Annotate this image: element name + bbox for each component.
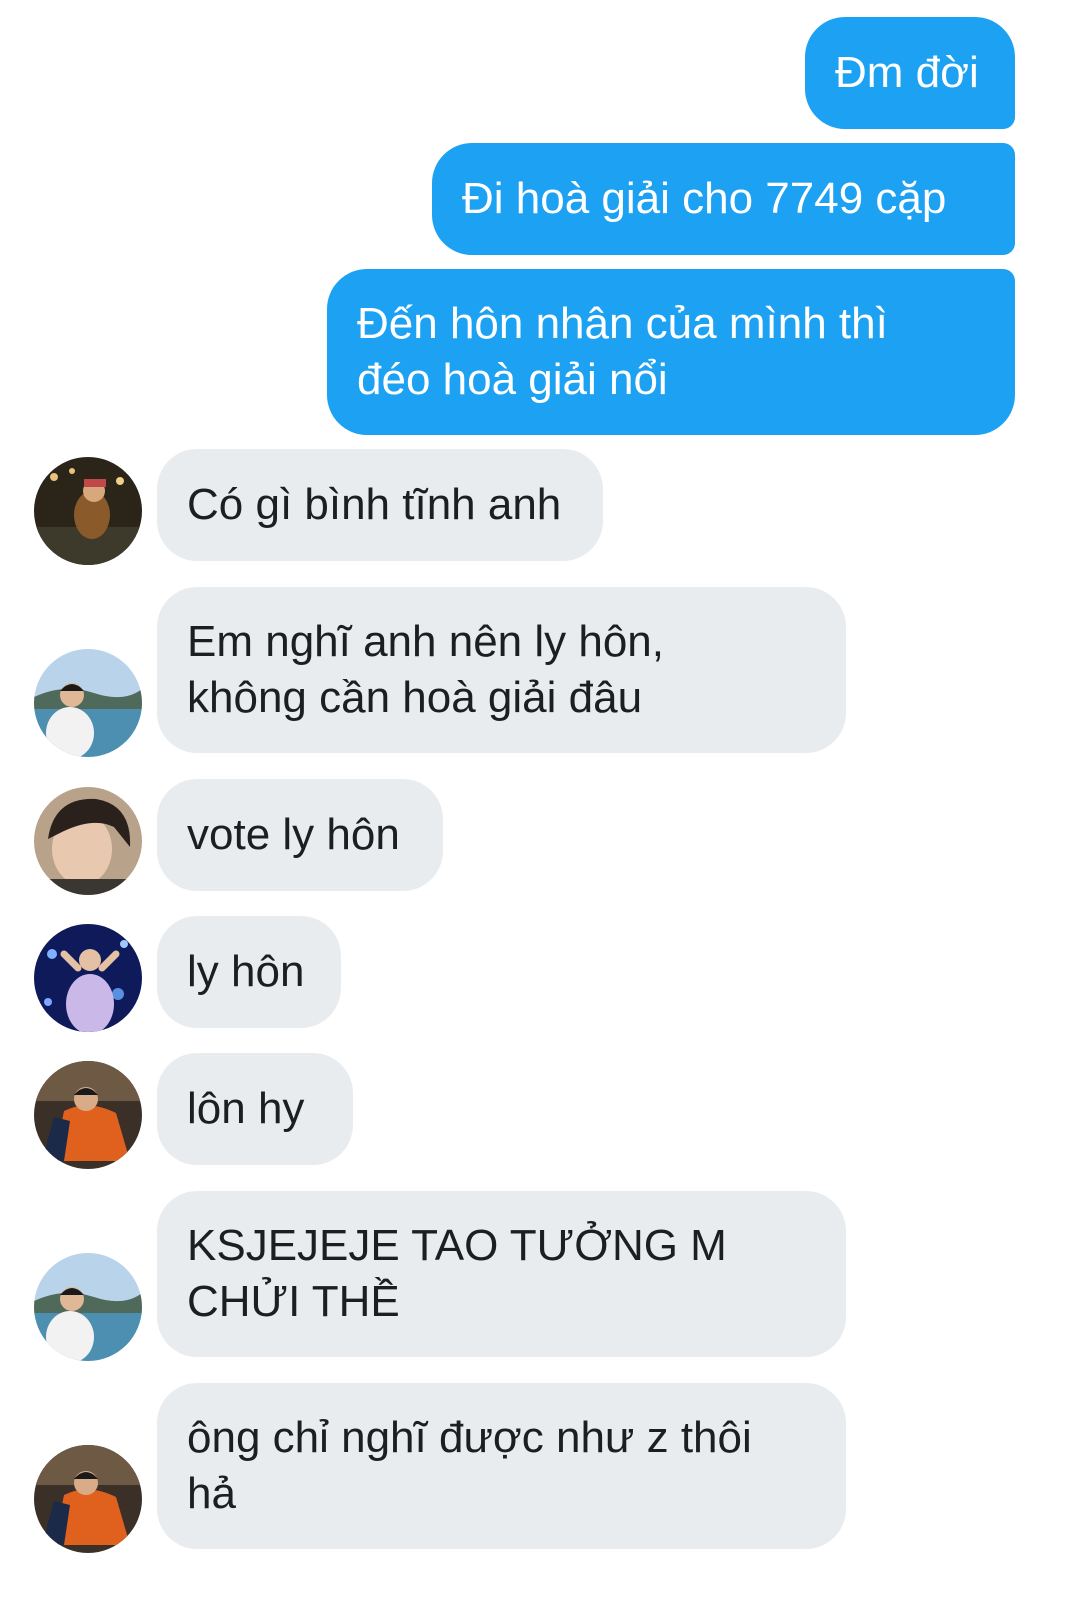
outgoing-message[interactable]: Đến hôn nhân của mình thì đéo hoà giải n…: [327, 269, 1015, 435]
incoming-message[interactable]: vote ly hôn: [157, 779, 443, 891]
message-text: ông chỉ nghĩ được như z thôi hả: [187, 1413, 752, 1518]
sea-view-avatar-icon[interactable]: [34, 1253, 142, 1361]
orange-shirt-avatar-icon[interactable]: [34, 1445, 142, 1553]
incoming-message[interactable]: Em nghĩ anh nên ly hôn, không cần hoà gi…: [157, 587, 846, 753]
outgoing-message[interactable]: Đm đời: [805, 17, 1015, 129]
portrait-avatar-icon[interactable]: [34, 787, 142, 895]
orange-shirt-avatar-icon[interactable]: [34, 1061, 142, 1169]
chat-thread: Đm đời Đi hoà giải cho 7749 cặp Đến hôn …: [0, 0, 1080, 1612]
message-text: Đi hoà giải cho 7749 cặp: [462, 174, 947, 223]
sea-view-avatar-icon[interactable]: [34, 649, 142, 757]
message-text: Em nghĩ anh nên ly hôn, không cần hoà gi…: [187, 617, 664, 722]
outgoing-message[interactable]: Đi hoà giải cho 7749 cặp: [432, 143, 1015, 255]
incoming-message[interactable]: Có gì bình tĩnh anh: [157, 449, 603, 561]
incoming-message[interactable]: ly hôn: [157, 916, 341, 1028]
message-text: Đm đời: [835, 48, 979, 97]
incoming-message[interactable]: KSJEJEJE TAO TƯỞNG M CHỬI THỀ: [157, 1191, 846, 1357]
message-text: ly hôn: [187, 947, 305, 996]
message-text: Có gì bình tĩnh anh: [187, 480, 562, 529]
blue-lights-avatar-icon[interactable]: [34, 924, 142, 1032]
message-text: KSJEJEJE TAO TƯỞNG M CHỬI THỀ: [187, 1221, 727, 1326]
message-text: Đến hôn nhân của mình thì đéo hoà giải n…: [357, 299, 888, 404]
message-text: lôn hy: [187, 1084, 305, 1133]
message-text: vote ly hôn: [187, 810, 400, 859]
incoming-message[interactable]: ông chỉ nghĩ được như z thôi hả: [157, 1383, 846, 1549]
night-photo-avatar-icon[interactable]: [34, 457, 142, 565]
incoming-message[interactable]: lôn hy: [157, 1053, 353, 1165]
